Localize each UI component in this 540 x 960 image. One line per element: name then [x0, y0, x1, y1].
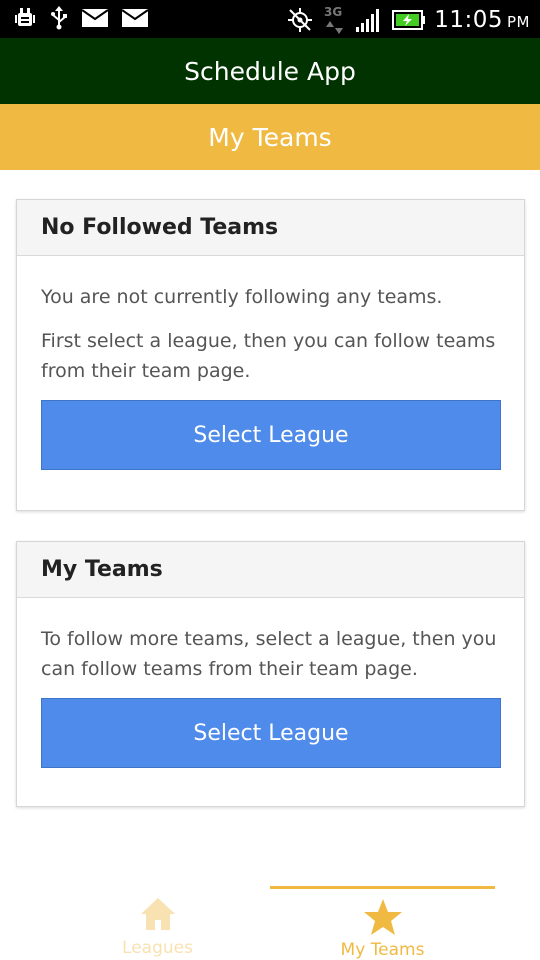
select-league-button[interactable]: Select League — [41, 698, 501, 768]
app-title: Schedule App — [184, 56, 356, 86]
card-header: My Teams — [17, 542, 524, 598]
select-league-button[interactable]: Select League — [41, 400, 501, 470]
nav-label: My Teams — [340, 940, 425, 960]
my-teams-card: My Teams To follow more teams, select a … — [16, 541, 525, 807]
card-header: No Followed Teams — [17, 200, 524, 256]
card-text: You are not currently following any team… — [41, 286, 443, 308]
status-bar: 3G 11:05 PM — [0, 0, 540, 38]
card-title: No Followed Teams — [41, 215, 279, 240]
home-icon — [139, 894, 177, 934]
gps-off-icon — [286, 6, 314, 34]
card-text: To follow more teams, select a league, t… — [41, 628, 497, 680]
nav-label: Leagues — [122, 938, 193, 958]
mail-icon — [82, 8, 108, 28]
android-debug-icon — [14, 6, 36, 30]
status-notifications — [14, 6, 148, 30]
svg-text:3G: 3G — [324, 5, 342, 19]
nav-item-my-teams[interactable]: My Teams — [270, 886, 495, 960]
bottom-nav: Leagues My Teams — [0, 886, 540, 960]
signal-icon — [356, 7, 384, 33]
star-icon — [363, 897, 403, 936]
mail-icon — [122, 8, 148, 28]
nav-item-leagues[interactable]: Leagues — [45, 886, 270, 960]
usb-icon — [50, 6, 68, 30]
status-system: 3G 11:05 PM — [286, 4, 530, 36]
battery-charging-icon — [392, 9, 426, 31]
page-header: My Teams — [0, 104, 540, 170]
status-time: 11:05 PM — [434, 7, 530, 33]
app-bar: Schedule App — [0, 38, 540, 104]
card-text: First select a league, then you can foll… — [41, 330, 496, 382]
card-body: To follow more teams, select a league, t… — [17, 598, 524, 768]
page-title: My Teams — [208, 122, 332, 152]
data-3g-icon: 3G — [322, 4, 348, 36]
card-body: You are not currently following any team… — [17, 256, 524, 470]
card-title: My Teams — [41, 557, 163, 582]
no-followed-teams-card: No Followed Teams You are not currently … — [16, 199, 525, 511]
